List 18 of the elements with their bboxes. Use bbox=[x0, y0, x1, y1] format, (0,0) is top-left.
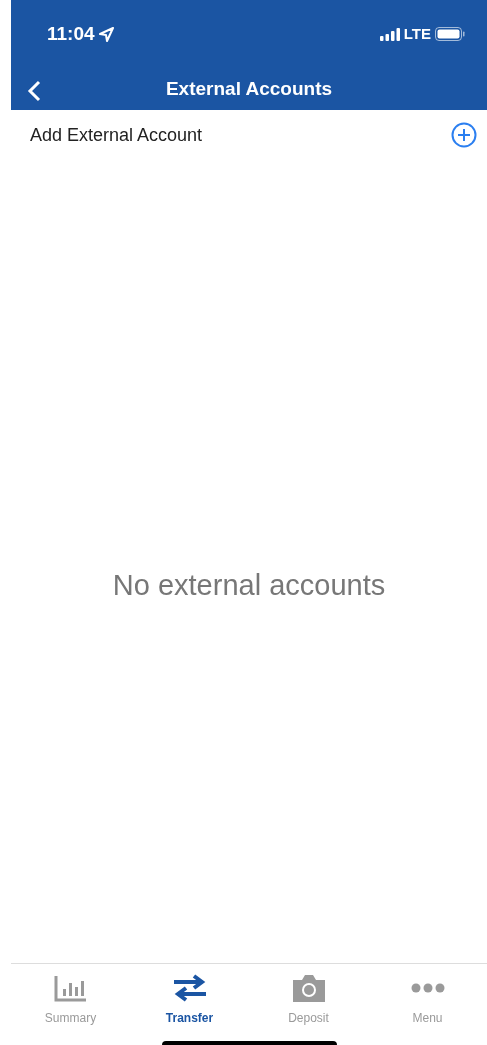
signal-icon bbox=[379, 27, 400, 41]
camera-icon bbox=[290, 973, 327, 1003]
location-icon bbox=[98, 26, 114, 42]
transfer-arrows-icon bbox=[171, 974, 208, 1002]
bar-chart-icon bbox=[53, 974, 88, 1002]
tab-bar-item[interactable]: Summary bbox=[11, 964, 130, 1030]
tab-bar-item[interactable]: Menu bbox=[368, 964, 487, 1030]
tab-bar-item[interactable]: Deposit bbox=[249, 964, 368, 1030]
chevron-left-icon bbox=[27, 80, 41, 102]
empty-message: No external accounts bbox=[112, 567, 386, 603]
add-icon bbox=[451, 122, 477, 148]
network-label: LTE bbox=[403, 23, 431, 44]
battery-icon bbox=[435, 27, 465, 41]
add-account-row[interactable]: Add External Account bbox=[11, 110, 487, 160]
status-time: 11:04 bbox=[47, 21, 95, 46]
screen-title: External Accounts bbox=[165, 76, 333, 101]
more-icon bbox=[410, 982, 445, 994]
tab-bar-item[interactable]: Transfer bbox=[130, 964, 249, 1030]
